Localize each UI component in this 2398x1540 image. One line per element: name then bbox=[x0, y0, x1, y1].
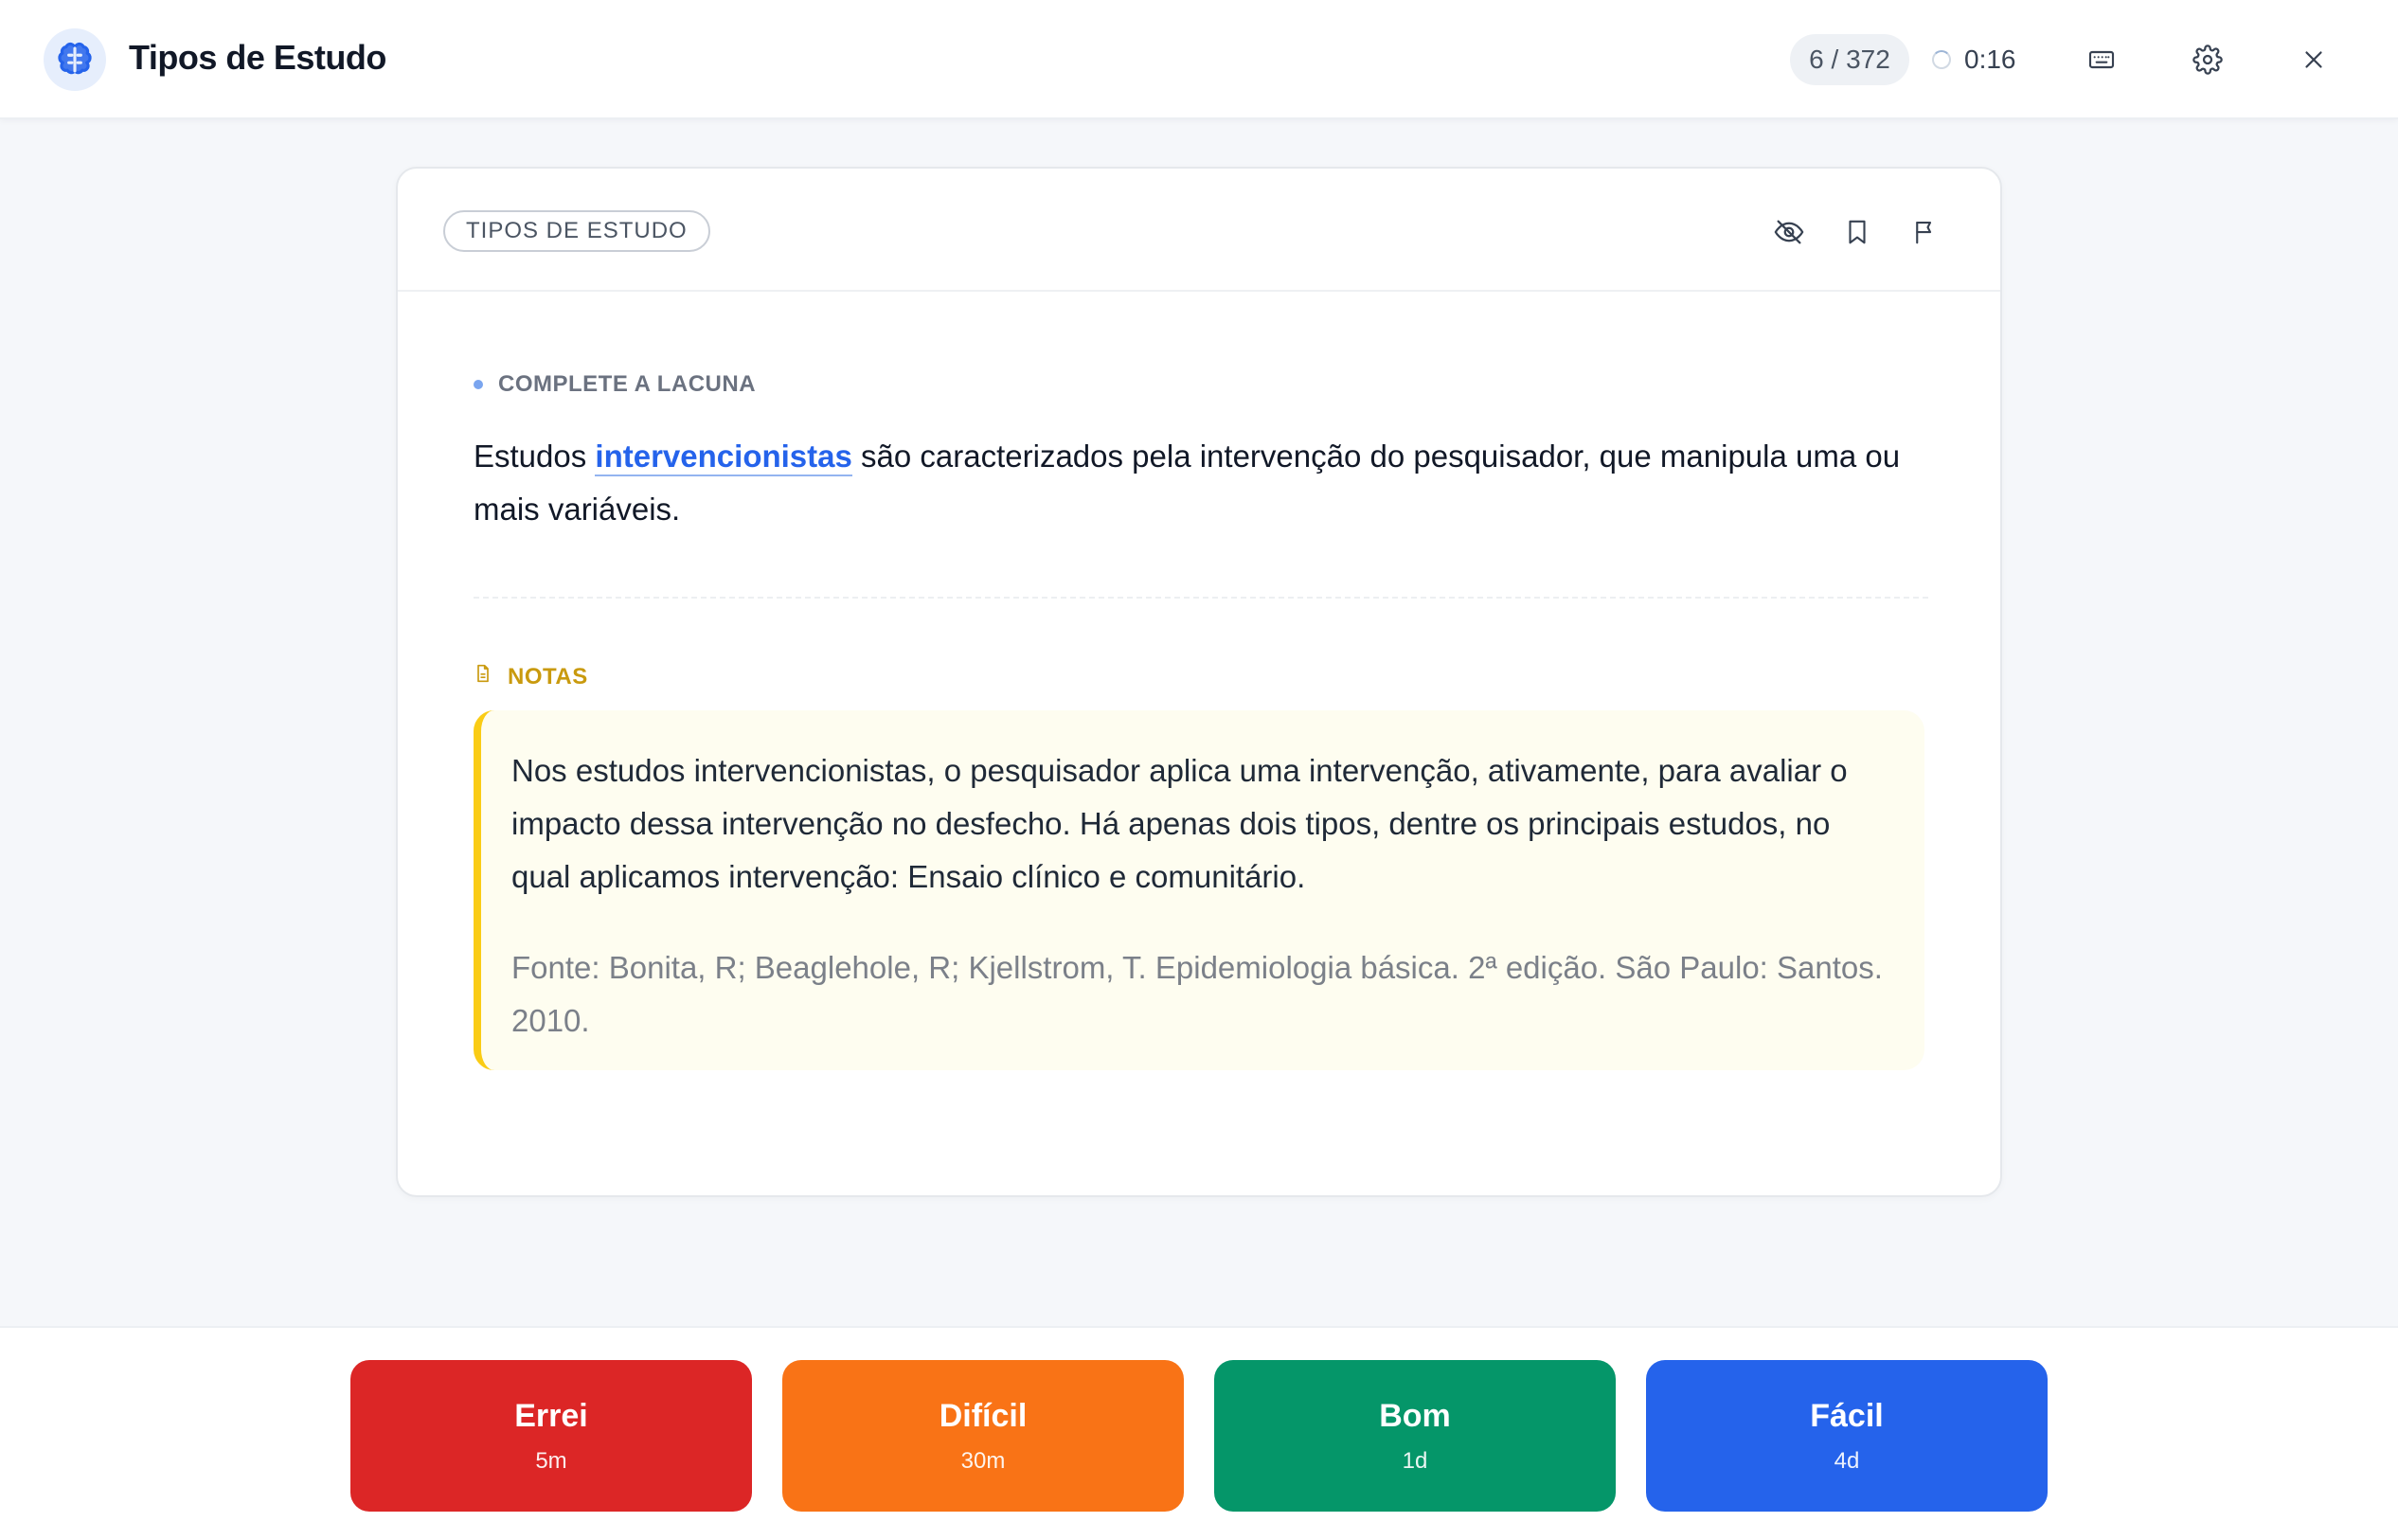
brain-icon bbox=[44, 28, 106, 91]
top-bar: Tipos de Estudo 6 / 372 0:16 bbox=[0, 0, 2398, 119]
flag-icon[interactable] bbox=[1902, 208, 1949, 256]
bookmark-icon[interactable] bbox=[1834, 208, 1881, 256]
section-label-text: COMPLETE A LACUNA bbox=[498, 371, 757, 397]
deck-tag: TIPOS DE ESTUDO bbox=[443, 210, 710, 252]
timer-value: 0:16 bbox=[1964, 45, 2016, 74]
grade-interval: 4d bbox=[1834, 1447, 1860, 1474]
hide-icon[interactable] bbox=[1765, 208, 1813, 256]
question-text: Estudos intervencionistas são caracteriz… bbox=[474, 430, 1932, 536]
gear-icon[interactable] bbox=[2184, 36, 2231, 83]
document-icon bbox=[474, 663, 492, 690]
notes-box: Nos estudos intervencionistas, o pesquis… bbox=[474, 710, 1924, 1070]
bullet-dot-icon bbox=[474, 380, 483, 389]
timer-icon bbox=[1932, 50, 1951, 69]
notes-label: NOTAS bbox=[474, 663, 588, 690]
grade-interval: 30m bbox=[960, 1447, 1006, 1474]
cloze-answer: intervencionistas bbox=[595, 439, 852, 476]
grading-bar: Errei 5m Difícil 30m Bom 1d Fácil 4d bbox=[0, 1326, 2398, 1540]
divider bbox=[474, 597, 1928, 599]
grade-label: Fácil bbox=[1810, 1397, 1884, 1434]
grade-interval: 5m bbox=[535, 1447, 567, 1474]
section-label: COMPLETE A LACUNA bbox=[474, 371, 756, 398]
notes-source: Fonte: Bonita, R; Beaglehole, R; Kjellst… bbox=[511, 950, 1883, 1038]
grade-label: Bom bbox=[1379, 1397, 1451, 1434]
grade-button-dificil[interactable]: Difícil 30m bbox=[782, 1360, 1184, 1512]
notes-text: Nos estudos intervencionistas, o pesquis… bbox=[511, 753, 1848, 894]
grade-interval: 1d bbox=[1402, 1447, 1428, 1474]
grade-label: Difícil bbox=[939, 1397, 1028, 1434]
grade-button-facil[interactable]: Fácil 4d bbox=[1646, 1360, 2048, 1512]
close-icon[interactable] bbox=[2290, 36, 2337, 83]
deck-title: Tipos de Estudo bbox=[129, 38, 386, 77]
study-timer: 0:16 bbox=[1932, 34, 2016, 85]
question-before: Estudos bbox=[474, 439, 596, 474]
card-header: TIPOS DE ESTUDO bbox=[398, 169, 2000, 292]
grade-label: Errei bbox=[514, 1397, 588, 1434]
flashcard: TIPOS DE ESTUDO COMPLETE A LACUNA Estudo… bbox=[396, 167, 2002, 1197]
notes-label-text: NOTAS bbox=[508, 663, 588, 689]
grade-button-errei[interactable]: Errei 5m bbox=[350, 1360, 752, 1512]
grade-button-bom[interactable]: Bom 1d bbox=[1214, 1360, 1616, 1512]
progress-counter: 6 / 372 bbox=[1790, 34, 1909, 85]
keyboard-icon[interactable] bbox=[2078, 36, 2125, 83]
